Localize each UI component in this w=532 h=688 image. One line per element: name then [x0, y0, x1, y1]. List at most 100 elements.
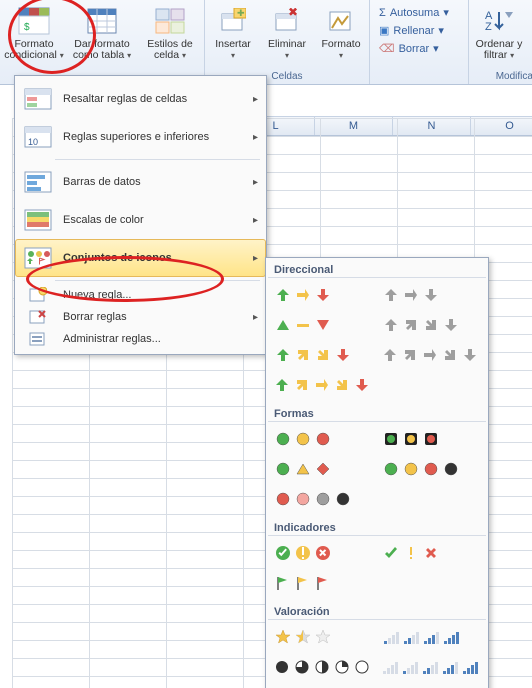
bars-4-icon — [461, 659, 478, 676]
iconset-option[interactable] — [272, 372, 372, 398]
chevron-right-icon: ▸ — [253, 253, 258, 264]
delete-cells-icon: ✖ — [271, 5, 303, 37]
find-select-button[interactable]: Bu selec — [527, 2, 532, 64]
arrow-up-green-icon — [274, 347, 291, 364]
iconset-option[interactable] — [380, 312, 480, 338]
circle-green-icon — [274, 461, 291, 478]
triangle-yellow-icon — [294, 461, 311, 478]
fill-down-icon: ▣ — [379, 24, 389, 37]
iconset-option[interactable] — [272, 312, 372, 338]
arrow-ur-gray-icon — [402, 347, 419, 364]
circle-black-icon — [334, 491, 351, 508]
manage-rules-icon — [23, 330, 53, 348]
circle-red-icon — [274, 491, 291, 508]
sort-filter-label: Ordenar y filtrar — [476, 38, 523, 61]
format-as-table-button[interactable]: Dar formato como tabla ▾ — [68, 2, 136, 64]
bars-1-icon — [382, 629, 399, 646]
iconset-option[interactable] — [272, 426, 372, 452]
x-circle-red-icon — [314, 545, 331, 562]
delete-label: Eliminar — [268, 38, 306, 50]
menu-clear-rules[interactable]: Borrar reglas ▸ — [15, 306, 266, 328]
chevron-right-icon: ▸ — [253, 177, 258, 188]
iconset-option[interactable] — [380, 342, 480, 368]
pie-75-icon — [294, 659, 311, 676]
menu-top-bottom-label: Reglas superiores e inferiores — [63, 131, 243, 143]
formato-condicional-button[interactable]: $ Formato condicional ▾ — [0, 2, 68, 64]
arrow-right-gray-icon — [422, 347, 439, 364]
iconset-option[interactable] — [380, 456, 480, 482]
arrow-down-gray-icon — [422, 287, 439, 304]
autosum-button[interactable]: ΣAutosuma ▾ — [374, 4, 454, 21]
iconset-option[interactable] — [272, 342, 372, 368]
iconset-option[interactable] — [272, 456, 372, 482]
bars-2-icon — [402, 629, 419, 646]
bars-2-icon — [422, 659, 439, 676]
iconset-option[interactable] — [272, 282, 372, 308]
iconset-option[interactable] — [380, 654, 480, 680]
clear-label: Borrar — [399, 43, 430, 55]
clear-rules-icon — [23, 308, 53, 326]
menu-top-bottom-rules[interactable]: 10 Reglas superiores e inferiores ▸ — [15, 118, 266, 156]
iconset-option[interactable] — [380, 282, 480, 308]
sort-filter-button[interactable]: AZ Ordenar y filtrar ▾ — [471, 2, 527, 64]
tri-up-green-icon — [274, 317, 291, 334]
menu-icon-sets[interactable]: Conjuntos de iconos ▸ — [15, 239, 266, 277]
bars-0-icon — [382, 659, 399, 676]
modify-group-label: Modificar — [469, 71, 532, 82]
heading-indicadores: Indicadores — [268, 518, 486, 536]
iconset-option[interactable] — [272, 486, 372, 512]
arrow-dr-yellow-icon — [314, 347, 331, 364]
menu-manage-rules[interactable]: Administrar reglas... — [15, 328, 266, 350]
menu-new-rule[interactable]: Nueva regla... — [15, 284, 266, 306]
top-bottom-icon: 10 — [23, 124, 53, 150]
light-yellow-icon — [402, 431, 419, 448]
arrow-up-gray-icon — [382, 347, 399, 364]
svg-text:✚: ✚ — [237, 8, 245, 18]
iconset-option[interactable] — [272, 570, 372, 596]
star-empty-icon — [314, 629, 331, 646]
menu-color-scales[interactable]: Escalas de color ▸ — [15, 201, 266, 239]
color-scales-icon — [23, 207, 53, 233]
iconset-option[interactable] — [272, 540, 372, 566]
iconset-option[interactable] — [380, 540, 480, 566]
menu-data-bars[interactable]: Barras de datos ▸ — [15, 163, 266, 201]
fill-button[interactable]: ▣Rellenar ▾ — [374, 22, 454, 39]
circle-yellow-icon — [294, 431, 311, 448]
menu-highlight-rules[interactable]: Resaltar reglas de celdas ▸ — [15, 80, 266, 118]
eraser-icon: ⌫ — [379, 42, 395, 55]
cell-styles-button[interactable]: Estilos de celda ▾ — [136, 2, 204, 64]
iconset-option[interactable] — [380, 624, 480, 650]
cell-styles-icon — [154, 5, 186, 37]
format-cells-button[interactable]: Formato▾ — [314, 2, 368, 64]
table-icon — [86, 5, 118, 37]
iconset-option[interactable] — [272, 684, 372, 688]
light-red-icon — [422, 431, 439, 448]
light-green-icon — [382, 431, 399, 448]
fill-label: Rellenar — [393, 25, 434, 37]
arrow-up-green-icon — [274, 377, 291, 394]
delete-button[interactable]: ✖ Eliminar▾ — [260, 2, 314, 64]
sort-filter-icon: AZ — [483, 5, 515, 37]
check-circle-green-icon — [274, 545, 291, 562]
arrow-dr-gray-icon — [441, 347, 458, 364]
flag-green-icon — [274, 575, 291, 592]
format-label: Formato — [321, 38, 360, 50]
chevron-right-icon: ▸ — [253, 312, 258, 323]
iconset-option[interactable] — [380, 426, 480, 452]
clear-button[interactable]: ⌫Borrar ▾ — [374, 40, 454, 57]
menu-highlight-label: Resaltar reglas de celdas — [63, 93, 243, 105]
circle-black-icon — [442, 461, 459, 478]
excl-circle-yellow-icon — [294, 545, 311, 562]
insert-button[interactable]: ✚ Insertar▾ — [206, 2, 260, 64]
heading-direccional: Direccional — [268, 260, 486, 278]
chevron-right-icon: ▸ — [253, 215, 258, 226]
pie-0-icon — [353, 659, 370, 676]
find-icon — [528, 5, 532, 37]
arrow-up-gray-icon — [382, 287, 399, 304]
diamond-red-icon — [314, 461, 331, 478]
iconset-option[interactable] — [272, 624, 372, 650]
iconset-option[interactable] — [272, 654, 372, 680]
excl-yellow-icon — [402, 545, 419, 562]
tri-down-red-icon — [314, 317, 331, 334]
arrow-up-gray-icon — [382, 317, 399, 334]
